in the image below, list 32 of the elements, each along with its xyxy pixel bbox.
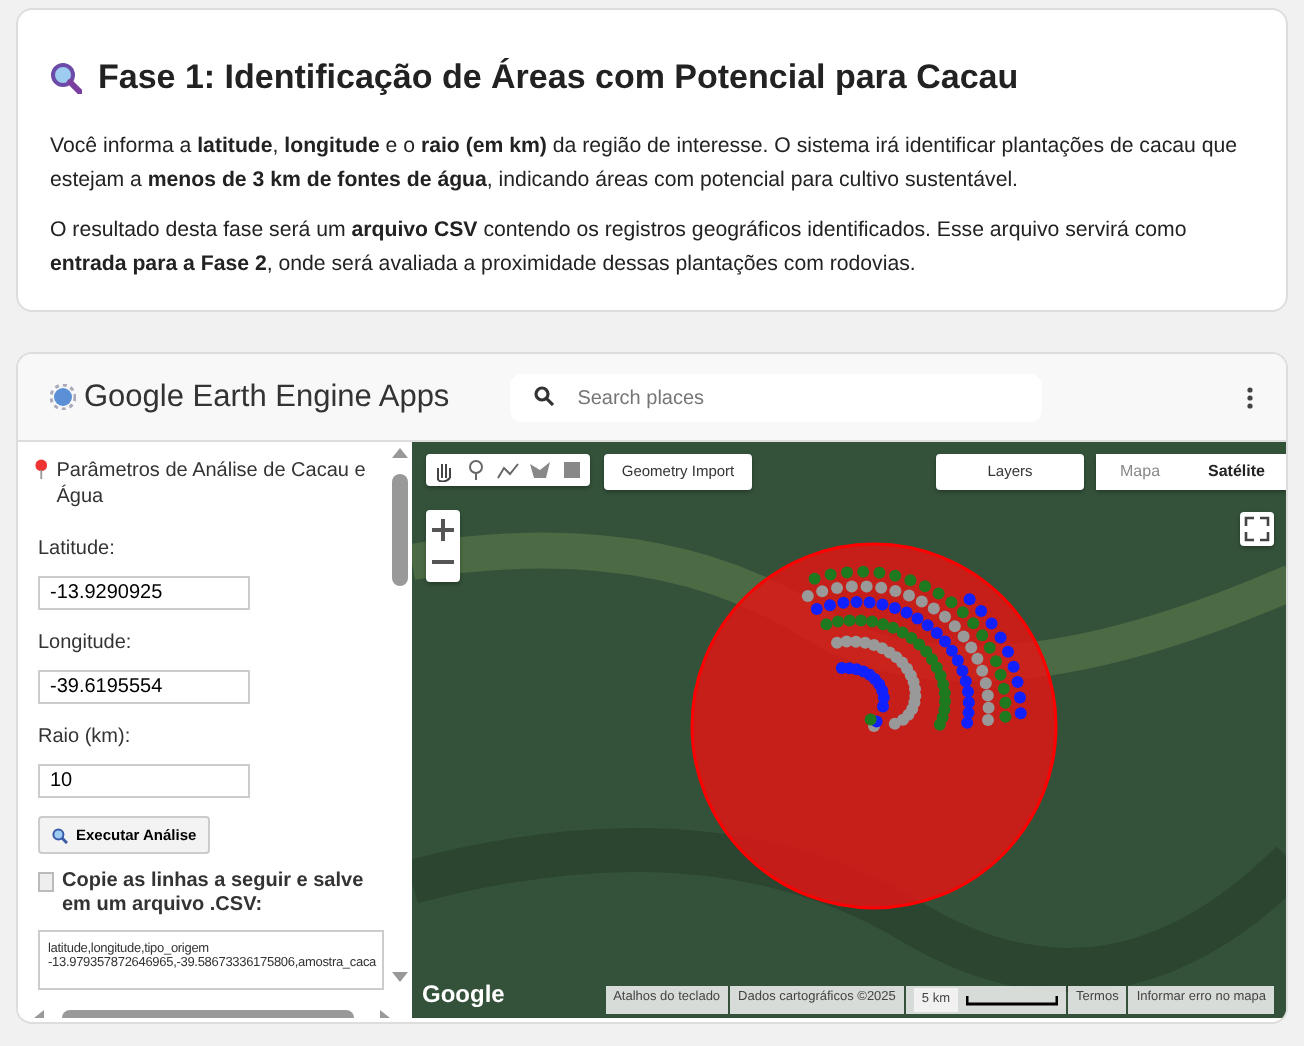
field-label: Latitude: — [38, 536, 117, 564]
search-icon — [533, 385, 554, 406]
map-type-tab[interactable]: Mapa — [1096, 454, 1185, 490]
polygon-icon[interactable] — [528, 458, 552, 482]
pin-icon — [34, 458, 49, 480]
fullscreen-icon — [1240, 512, 1274, 546]
input-field[interactable]: -39.6195554 — [38, 670, 250, 704]
map-type-tab[interactable]: Satélite — [1184, 454, 1286, 490]
line-icon[interactable] — [496, 458, 520, 482]
page-title: Fase 1: Identificação de Áreas com Potencial para Cacau — [98, 58, 1019, 99]
panel-heading: Parâmetros de Análise de Cacau e Água — [56, 458, 368, 510]
input-field[interactable]: 10 — [38, 764, 250, 798]
fullscreen-button[interactable] — [1240, 512, 1274, 546]
csv-instructions: Copie as linhas a seguir e salve em um arquivo .CSV: — [62, 870, 366, 919]
input-field[interactable]: -13.9290925 — [38, 576, 250, 610]
gear-logo-icon — [50, 384, 76, 410]
google-logo: Google — [422, 978, 505, 1012]
magnifier-icon — [52, 827, 68, 844]
pin-icon[interactable] — [464, 458, 488, 482]
search-field[interactable]: Search places — [509, 374, 1042, 423]
zoom-in-icon[interactable] — [426, 514, 460, 546]
document-icon — [38, 872, 54, 893]
rectangle-icon[interactable] — [560, 458, 584, 482]
more-menu-icon[interactable] — [1246, 385, 1254, 409]
app-title: Google Earth Engine Apps — [84, 377, 450, 418]
field-label: Longitude: — [38, 630, 134, 658]
description-paragraph: Você informa a latitude, longitude e o raio (em km) da região de interesse. O sistema irá identificar plantações de cacau que estejam a menos de 3 km de fontes de água, indicando áreas com potencial para cultivo sustentável. — [50, 132, 1240, 197]
field-label: Raio (km): — [38, 724, 133, 752]
hand-icon[interactable] — [432, 458, 456, 482]
description-paragraph: O resultado desta fase será um arquivo CSV contendo os registros geográficos identificados. Esse arquivo servirá como entrada para a Fase 2, onde será avaliada a proximidade dessas plantações com rodovias. — [50, 216, 1189, 281]
magnifier-icon — [50, 62, 82, 95]
scale-line — [966, 995, 1059, 1006]
